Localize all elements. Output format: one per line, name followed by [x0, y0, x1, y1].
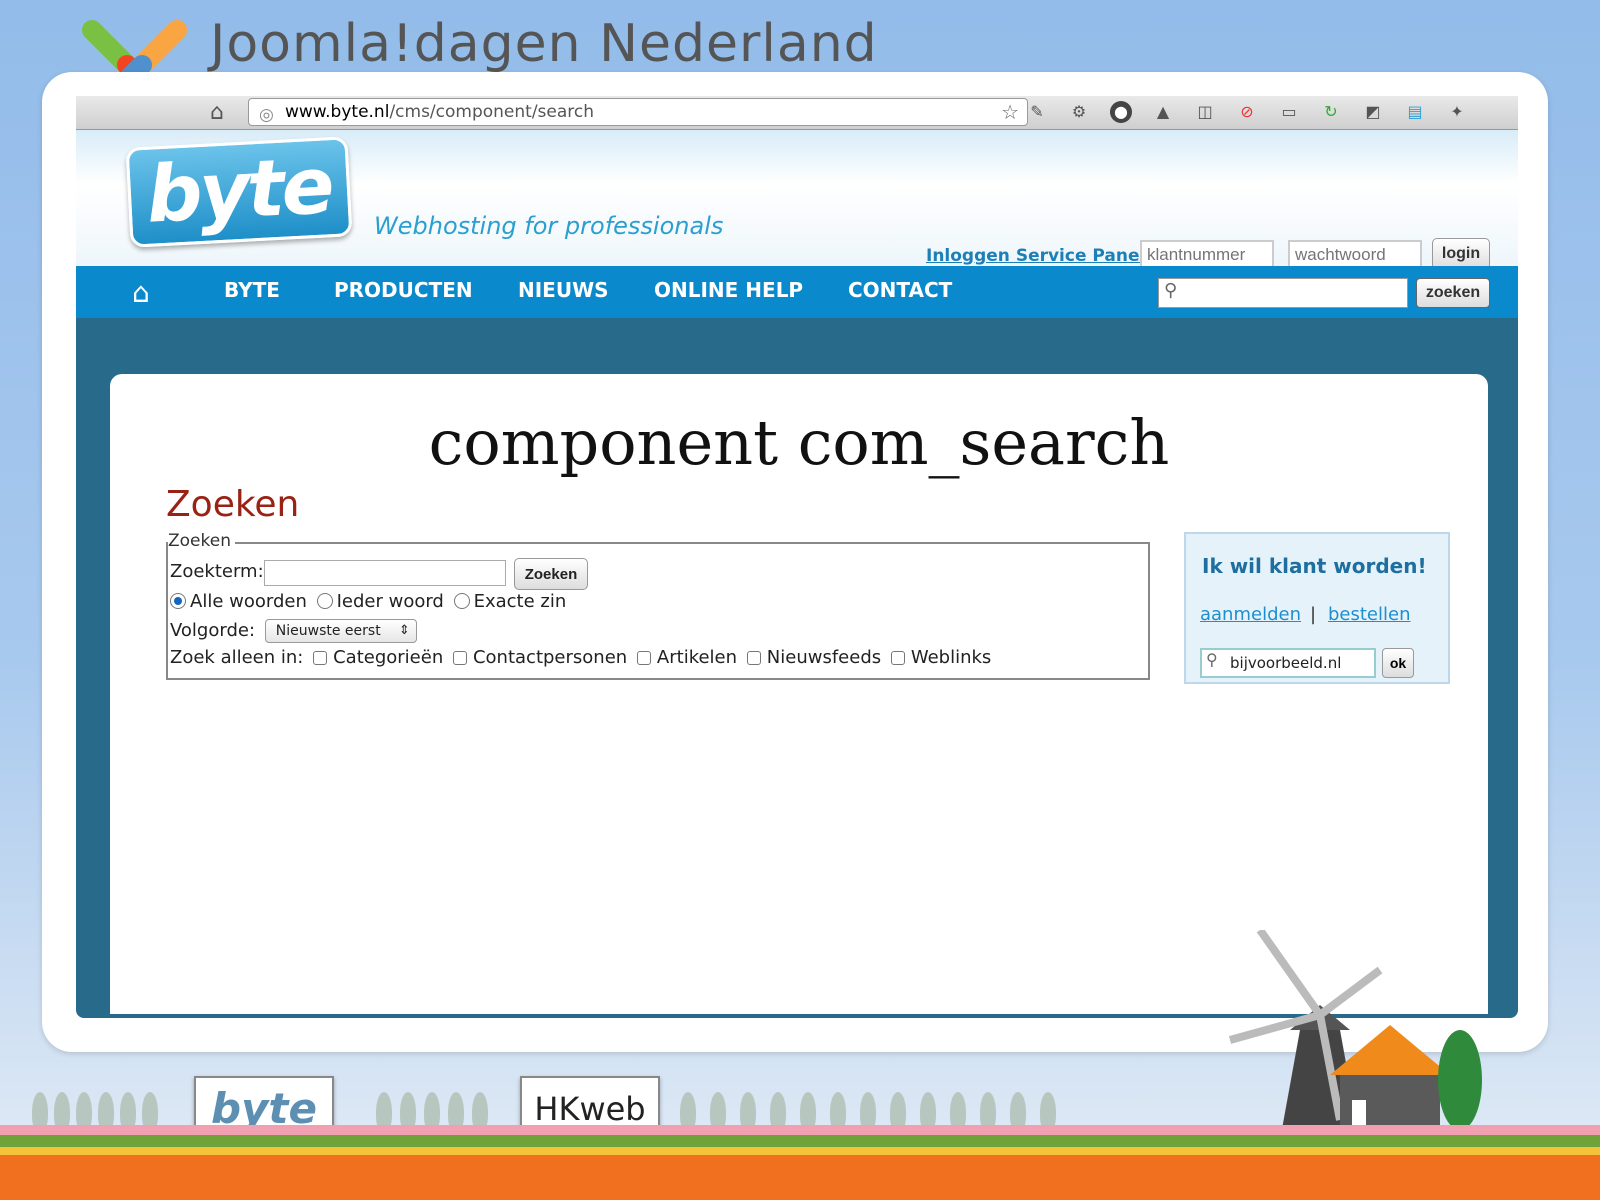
area-checkbox-newsfeeds[interactable]: Nieuwsfeeds	[743, 647, 881, 668]
become-customer-box: Ik wil klant worden! aanmelden | bestell…	[1184, 532, 1450, 684]
browser-window: ⌂ ◎ www.byte.nl/cms/component/search ☆ ✎…	[76, 96, 1518, 1018]
extension-icon[interactable]: ▲	[1152, 101, 1174, 123]
tagline: Webhosting for professionals	[374, 212, 724, 240]
signup-link[interactable]: aanmelden	[1200, 604, 1301, 625]
gear-icon[interactable]: ⚙	[1068, 101, 1090, 123]
color-wheel-icon[interactable]: ●	[1110, 101, 1132, 123]
page-title: Zoeken	[166, 484, 300, 525]
extension-icon[interactable]: ▭	[1278, 101, 1300, 123]
chat-icon[interactable]: ▤	[1404, 101, 1426, 123]
domain-input[interactable]: bijvoorbeeld.nl	[1200, 648, 1376, 678]
extension-icon[interactable]: ◩	[1362, 101, 1384, 123]
site-search-button[interactable]: zoeken	[1416, 278, 1490, 308]
home-icon[interactable]: ⌂	[132, 276, 150, 309]
address-bar[interactable]: ◎ www.byte.nl/cms/component/search ☆	[248, 98, 1028, 126]
globe-icon: ◎	[259, 105, 274, 125]
nav-item-producten[interactable]: PRODUCTEN	[334, 278, 473, 302]
slide-heading: component com_search	[428, 406, 1170, 479]
windmill-illustration	[1228, 930, 1482, 1140]
match-any-radio[interactable]: Ieder woord	[313, 591, 444, 612]
nav-item-nieuws[interactable]: NIEUWS	[518, 278, 609, 302]
extension-icon[interactable]: ◫	[1194, 101, 1216, 123]
area-checkbox-articles[interactable]: Artikelen	[633, 647, 737, 668]
order-link[interactable]: bestellen	[1328, 604, 1411, 625]
bookmark-star-icon[interactable]: ☆	[1001, 99, 1019, 125]
order-select[interactable]: Nieuwste eerst	[264, 619, 417, 643]
search-submit-button[interactable]: Zoeken	[514, 558, 588, 590]
search-form: Zoeken Zoekterm: Zoeken Alle woorden Ied…	[166, 531, 1150, 680]
search-icon: ⚲	[1164, 280, 1178, 301]
site-header: byte Webhosting for professionals Inlogg…	[76, 130, 1518, 270]
wrench-icon[interactable]: ✦	[1446, 101, 1468, 123]
nav-item-byte[interactable]: BYTE	[224, 278, 280, 302]
search-term-label: Zoekterm:	[170, 561, 264, 582]
browser-toolbar: ⌂ ◎ www.byte.nl/cms/component/search ☆ ✎…	[76, 96, 1518, 130]
extension-icon[interactable]: ✎	[1026, 101, 1048, 123]
nav-item-contact[interactable]: CONTACT	[848, 278, 952, 302]
search-term-input[interactable]	[264, 560, 506, 586]
order-label: Volgorde:	[170, 620, 256, 641]
area-checkbox-weblinks[interactable]: Weblinks	[887, 647, 991, 668]
site-search-input[interactable]	[1158, 278, 1408, 308]
search-legend: Zoeken	[168, 531, 235, 551]
block-icon[interactable]: ⊘	[1236, 101, 1258, 123]
content-area: component com_search Zoeken Zoeken Zoekt…	[110, 374, 1488, 1014]
areas-label: Zoek alleen in:	[170, 647, 304, 668]
tulip-field-illustration	[0, 1125, 1600, 1200]
area-checkbox-contacts[interactable]: Contactpersonen	[449, 647, 627, 668]
search-icon: ⚲	[1206, 650, 1218, 669]
main-nav: ⌂ BYTE PRODUCTEN NIEUWS ONLINE HELP CONT…	[76, 266, 1518, 318]
service-panel-login-link[interactable]: Inloggen Service Panel	[926, 246, 1145, 266]
url-host: www.byte.nl	[285, 102, 390, 122]
byte-logo[interactable]: byte	[125, 136, 353, 248]
refresh-icon[interactable]: ↻	[1320, 101, 1342, 123]
area-checkbox-categories[interactable]: Categorieën	[309, 647, 443, 668]
match-all-radio[interactable]: Alle woorden	[170, 591, 307, 612]
become-customer-title: Ik wil klant worden!	[1202, 554, 1427, 578]
nav-item-online-help[interactable]: ONLINE HELP	[654, 278, 803, 302]
match-exact-radio[interactable]: Exacte zin	[450, 591, 566, 612]
url-path: /cms/component/search	[389, 102, 595, 122]
deck-title: Joomla!dagen Nederland	[210, 14, 878, 74]
domain-ok-button[interactable]: ok	[1382, 648, 1414, 678]
home-icon[interactable]: ⌂	[210, 100, 224, 125]
link-separator: |	[1310, 604, 1317, 625]
